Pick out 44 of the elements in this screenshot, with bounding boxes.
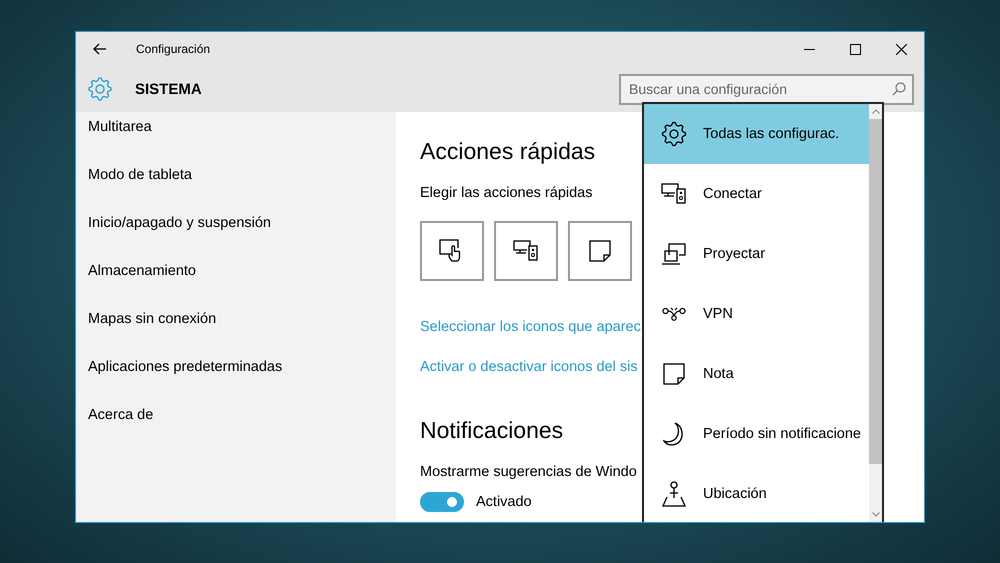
scroll-down-icon [872,512,880,517]
sidebar-item[interactable]: Almacenamiento [76,259,396,283]
dropdown-item[interactable]: Todas las configurac. [644,104,869,164]
vpn-icon [662,307,686,321]
maximize-icon [850,44,860,54]
sidebar-item[interactable]: Multitarea [76,115,396,139]
settings-icon [87,76,113,102]
dropdown-item[interactable]: VPN [644,284,869,344]
quick-action-tile[interactable] [420,221,484,281]
dropdown-item[interactable]: Proyectar [644,224,869,284]
search-icon [892,82,906,96]
dropdown-item[interactable]: Nota [644,344,869,404]
setting-label: Mostrarme sugerencias de Windo [420,463,637,482]
toggle-switch[interactable] [420,492,464,512]
location-pin-icon [662,481,686,507]
quick-action-tile[interactable] [494,221,558,281]
dropdown-item[interactable]: Ubicación [644,464,869,522]
back-arrow-icon [93,43,107,55]
sidebar-item[interactable]: Mapas sin conexión [76,307,396,331]
monitor-laptop-icon [661,243,687,265]
scrollbar[interactable] [869,104,882,522]
dropdown-item[interactable]: Período sin notificacione [644,404,869,464]
sidebar-item[interactable]: Modo de tableta [76,163,396,187]
search-field[interactable]: Buscar una configuración [619,74,914,104]
settings-icon [661,121,687,147]
section-title: Acciones rápidas [420,137,596,166]
note-icon [663,363,685,385]
quick-action-tile[interactable] [568,221,632,281]
scroll-up-icon [872,109,880,114]
toggle-label: Activado [476,493,532,512]
section-label: Elegir las acciones rápidas [420,184,592,203]
page-title: SISTEMA [135,80,202,98]
devices-icon [661,183,687,205]
window-title: Configuración [136,42,210,56]
section-title: Notificaciones [420,416,564,445]
close-icon [896,44,906,54]
sidebar-item[interactable]: Acerca de [76,403,396,427]
scrollbar-thumb[interactable] [869,119,882,464]
note-icon [589,240,611,262]
sidebar-item[interactable]: Inicio/apagado y suspensión [76,211,396,235]
dropdown-item[interactable]: Conectar [644,164,869,224]
devices-icon [513,240,539,262]
sidebar-item[interactable]: Aplicaciones predeterminadas [76,355,396,379]
moon-icon [663,422,685,446]
